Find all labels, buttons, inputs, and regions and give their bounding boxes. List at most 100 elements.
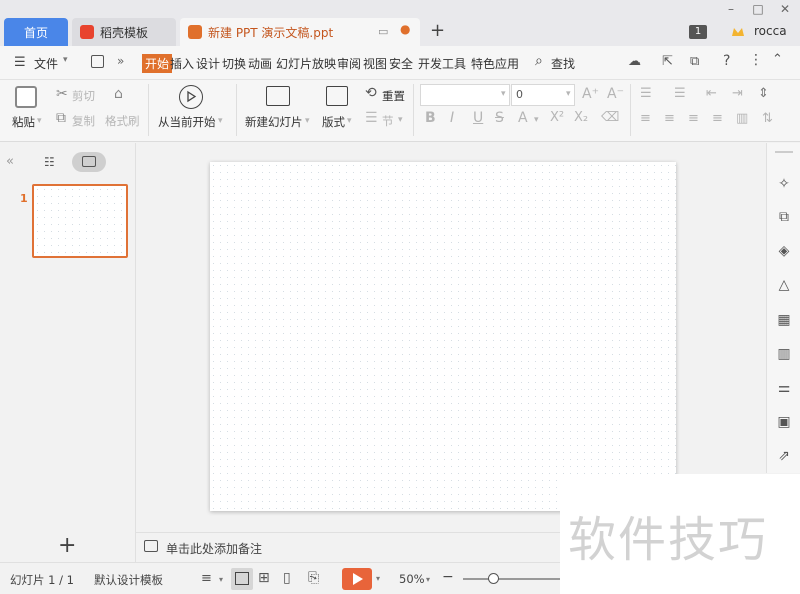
reset-button[interactable]: 重置 (382, 88, 405, 104)
font-size-chevron-icon[interactable]: ▾ (566, 89, 571, 99)
align-left-icon[interactable]: ≡ (640, 111, 651, 126)
superscript-icon[interactable]: X² (550, 110, 564, 125)
font-name-combo[interactable] (420, 84, 510, 106)
search-icon[interactable]: ⌕ (535, 53, 543, 69)
menu-item-animation[interactable]: 动画 (248, 55, 272, 72)
scissors-icon[interactable]: ✂ (56, 86, 68, 102)
user-avatar[interactable] (730, 24, 746, 38)
new-tab-plus-icon[interactable]: + (430, 20, 445, 41)
menu-item-design[interactable]: 设计 (196, 55, 220, 72)
layout-button[interactable]: 版式 (322, 114, 345, 130)
cloud-icon[interactable]: ☁ (628, 54, 641, 69)
zoom-slider-thumb[interactable] (488, 573, 499, 584)
section-icon[interactable]: ☰ (365, 110, 378, 126)
notes-toggle-icon[interactable]: ≡ (201, 571, 212, 586)
italic-icon[interactable]: I (450, 110, 454, 126)
zoom-level[interactable]: 50% (399, 572, 425, 586)
justify-icon[interactable]: ≡ (712, 111, 723, 126)
tab-home[interactable]: 首页 (4, 18, 68, 46)
increase-indent-icon[interactable]: ⇥ (732, 86, 743, 101)
maximize-icon[interactable]: □ (745, 0, 771, 18)
cut-button[interactable]: 剪切 (72, 88, 95, 104)
slide-sorter-icon[interactable]: ⊞ (258, 570, 270, 586)
subscript-icon[interactable]: X₂ (574, 110, 588, 125)
new-slide-icon[interactable] (266, 86, 290, 106)
monitor-icon[interactable]: ▭ (378, 25, 388, 38)
more-options-icon[interactable]: ⋮ (749, 52, 763, 68)
collab-icon[interactable]: ⧉ (690, 54, 699, 69)
minimize-icon[interactable]: – (718, 0, 744, 18)
menu-item-insert[interactable]: 插入 (170, 55, 194, 72)
text-style-icon[interactable]: △ (775, 276, 793, 294)
section-chevron-icon[interactable]: ▾ (398, 115, 403, 125)
tab-document[interactable]: 新建 PPT 演示文稿.ppt ▭ ● (180, 18, 420, 46)
align-center-icon[interactable]: ≡ (664, 111, 675, 126)
collapse-panel-icon[interactable]: « (6, 154, 14, 169)
notes-toggle-chevron-icon[interactable]: ▾ (219, 575, 223, 584)
zoom-slider-track[interactable] (463, 578, 563, 580)
text-direction-icon[interactable]: ⇅ (762, 111, 773, 126)
share-out-icon[interactable]: ⇗ (775, 447, 793, 465)
grow-font-icon[interactable]: A⁺ (582, 86, 599, 102)
play-chevron-icon[interactable]: ▾ (376, 574, 380, 583)
chevron-down-icon[interactable]: ▾ (63, 55, 68, 65)
format-painter-icon[interactable]: ⌂ (114, 86, 123, 102)
layout-icon[interactable] (326, 86, 348, 106)
reading-view-icon[interactable]: ▯ (283, 570, 291, 586)
zoom-out-icon[interactable]: − (442, 569, 454, 585)
bullet-list-icon[interactable]: ☰ (640, 86, 652, 101)
thumbnail-view-toggle[interactable] (72, 152, 106, 172)
user-name[interactable]: rocca (754, 24, 787, 38)
menu-item-slideshow[interactable]: 幻灯片放映 (276, 55, 336, 72)
tab-templates[interactable]: 稻壳模板 (72, 18, 176, 46)
numbered-list-icon[interactable]: ☰ (674, 86, 686, 101)
magic-icon[interactable]: ✧ (775, 175, 793, 193)
font-name-chevron-icon[interactable]: ▾ (501, 89, 506, 99)
clear-format-icon[interactable]: ⌫ (601, 110, 619, 125)
save-icon[interactable] (91, 55, 104, 68)
collapse-ribbon-icon[interactable]: ⌃ (772, 52, 783, 67)
menu-item-developer[interactable]: 开发工具 (418, 55, 466, 72)
format-painter-button[interactable]: 格式刷 (105, 113, 140, 129)
outline-view-icon[interactable]: ☷ (44, 155, 55, 169)
distribute-icon[interactable]: ▥ (736, 111, 748, 126)
bold-icon[interactable]: B (425, 110, 436, 126)
menu-search[interactable]: 查找 (551, 55, 575, 72)
section-button[interactable]: 节 (382, 113, 394, 129)
components-icon[interactable]: ▦ (775, 311, 793, 329)
normal-view-button[interactable] (231, 568, 253, 590)
window-count-badge[interactable]: 1 (689, 25, 707, 39)
copy-icon[interactable]: ⧉ (56, 110, 66, 126)
reset-icon[interactable]: ⟲ (365, 85, 377, 101)
chart-icon[interactable]: ▥ (775, 345, 793, 363)
zoom-chevron-icon[interactable]: ▾ (426, 575, 430, 584)
hamburger-icon[interactable]: ☰ (14, 55, 26, 70)
decrease-indent-icon[interactable]: ⇤ (706, 86, 717, 101)
paste-icon[interactable] (15, 86, 37, 108)
share-icon[interactable]: ⇱ (662, 54, 673, 69)
align-right-icon[interactable]: ≡ (688, 111, 699, 126)
menu-item-features[interactable]: 特色应用 (471, 55, 519, 72)
paste-chevron-icon[interactable]: ▾ (37, 116, 42, 126)
new-slide-chevron-icon[interactable]: ▾ (305, 116, 310, 126)
close-icon[interactable]: ✕ (772, 0, 798, 18)
strikethrough-icon[interactable]: S (495, 110, 504, 126)
from-current-chevron-icon[interactable]: ▾ (218, 116, 223, 126)
notes-placeholder[interactable]: 单击此处添加备注 (166, 540, 262, 557)
menu-item-start[interactable]: 开始 (142, 54, 173, 73)
shapes-icon[interactable]: ◈ (775, 242, 793, 260)
grip-handle[interactable] (775, 151, 793, 153)
copy-button[interactable]: 复制 (72, 113, 95, 129)
more-chevron-icon[interactable]: » (117, 54, 124, 68)
font-color-icon[interactable]: A (518, 110, 528, 126)
slide-thumbnail[interactable] (32, 184, 128, 258)
template-name-status[interactable]: 默认设计模板 (94, 572, 163, 588)
menu-item-review[interactable]: 审阅 (337, 55, 361, 72)
add-slide-plus-icon[interactable]: + (58, 533, 76, 558)
slide-editor[interactable] (210, 162, 676, 511)
play-from-current-icon[interactable] (179, 85, 203, 109)
menu-item-security[interactable]: 安全 (389, 55, 413, 72)
slide-switch-icon[interactable]: ⧉ (775, 208, 793, 226)
menu-file[interactable]: 文件 (34, 55, 58, 72)
image-icon[interactable]: ▣ (775, 413, 793, 431)
